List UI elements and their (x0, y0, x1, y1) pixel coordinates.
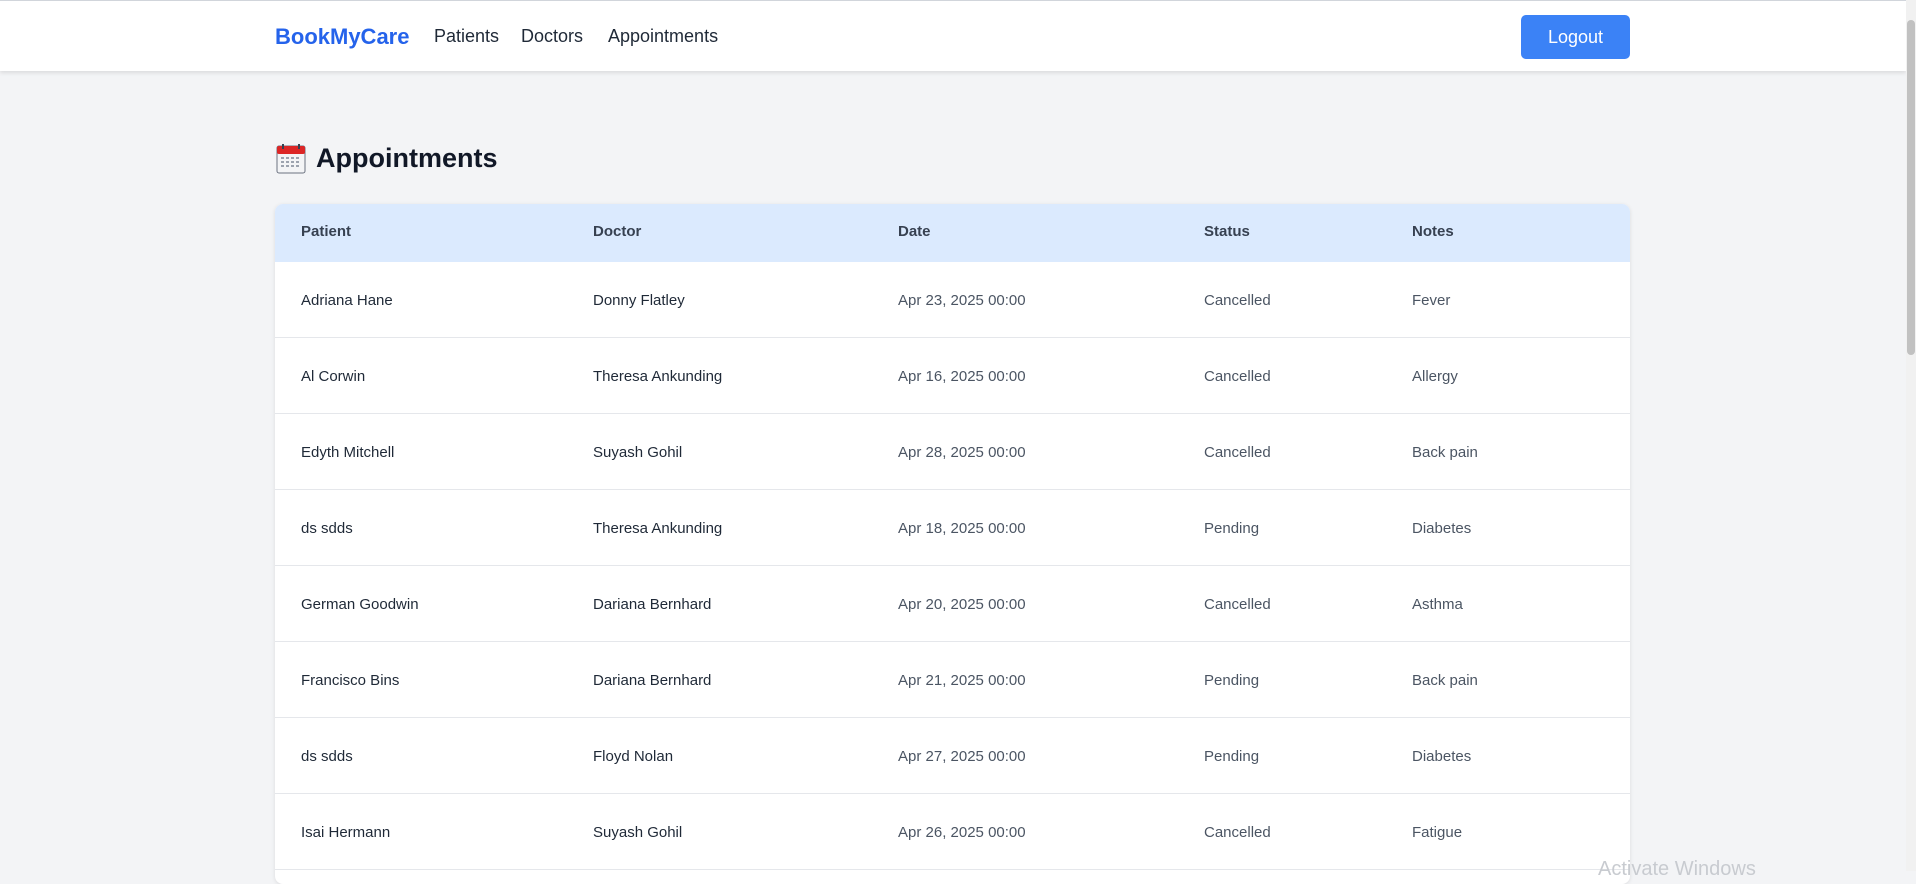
cell-notes: Back pain (1412, 672, 1478, 689)
cell-date: Apr 27, 2025 00:00 (898, 748, 1026, 765)
table-row: ds sdds Theresa Ankunding Apr 18, 2025 0… (275, 490, 1630, 566)
column-header-doctor: Doctor (593, 223, 642, 240)
cell-status: Pending (1204, 672, 1260, 689)
brand-logo[interactable]: BookMyCare (275, 24, 409, 50)
cell-date: Apr 28, 2025 00:00 (898, 444, 1026, 461)
cell-doctor: Suyash Gohil (593, 824, 683, 841)
cell-status: Cancelled (1204, 444, 1271, 461)
cell-date: Apr 18, 2025 00:00 (898, 520, 1026, 537)
page-title: Appointments (276, 143, 498, 174)
cell-notes: Fever (1412, 292, 1451, 309)
page-scrollbar[interactable] (1906, 0, 1916, 871)
cell-notes: Asthma (1412, 596, 1463, 613)
nav-appointments[interactable]: Appointments (608, 26, 718, 47)
top-navbar: BookMyCare Patients Doctors Appointments… (0, 0, 1906, 71)
cell-doctor: Dariana Bernhard (593, 596, 712, 613)
logout-button[interactable]: Logout (1521, 15, 1630, 59)
table-row: Edyth Mitchell Suyash Gohil Apr 28, 2025… (275, 414, 1630, 490)
table-row: Francisco Bins Dariana Bernhard Apr 21, … (275, 642, 1630, 718)
cell-status: Cancelled (1204, 368, 1271, 385)
cell-doctor: Floyd Nolan (593, 748, 674, 765)
cell-date: Apr 20, 2025 00:00 (898, 596, 1026, 613)
cell-patient: Al Corwin (301, 368, 366, 385)
cell-date: Apr 26, 2025 00:00 (898, 824, 1026, 841)
cell-date: Apr 16, 2025 00:00 (898, 368, 1026, 385)
column-header-patient: Patient (301, 223, 352, 240)
cell-status: Cancelled (1204, 596, 1271, 613)
column-header-notes: Notes (1412, 223, 1454, 240)
cell-doctor: Theresa Ankunding (593, 368, 723, 385)
cell-status: Cancelled (1204, 292, 1271, 309)
cell-doctor: Theresa Ankunding (593, 520, 723, 537)
cell-status: Pending (1204, 520, 1260, 537)
calendar-icon (276, 143, 306, 174)
cell-notes: Diabetes (1412, 748, 1472, 765)
column-header-status: Status (1204, 223, 1250, 240)
cell-patient: Isai Hermann (301, 824, 391, 841)
cell-patient: ds sdds (301, 520, 353, 537)
cell-notes: Allergy (1412, 368, 1458, 385)
cell-patient: Adriana Hane (301, 292, 393, 309)
cell-date: Apr 23, 2025 00:00 (898, 292, 1026, 309)
table-row: Al Corwin Theresa Ankunding Apr 16, 2025… (275, 338, 1630, 414)
cell-doctor: Dariana Bernhard (593, 672, 712, 689)
table-header: Patient Doctor Date Status Notes (275, 204, 1630, 262)
nav-doctors[interactable]: Doctors (521, 26, 583, 47)
cell-notes: Fatigue (1412, 824, 1463, 841)
cell-status: Pending (1204, 748, 1260, 765)
cell-status: Cancelled (1204, 824, 1271, 841)
column-header-date: Date (898, 223, 931, 240)
cell-patient: Edyth Mitchell (301, 444, 395, 461)
cell-doctor: Donny Flatley (593, 292, 685, 309)
appointments-table: Patient Doctor Date Status Notes Adriana… (275, 204, 1630, 884)
page-title-text: Appointments (316, 143, 498, 173)
cell-patient: German Goodwin (301, 596, 419, 613)
activation-watermark: Activate Windows (1598, 858, 1756, 880)
cell-notes: Diabetes (1412, 520, 1472, 537)
table-row: Isai Hermann Suyash Gohil Apr 26, 2025 0… (275, 794, 1630, 870)
cell-notes: Back pain (1412, 444, 1478, 461)
cell-date: Apr 21, 2025 00:00 (898, 672, 1026, 689)
table-row: ds sdds Floyd Nolan Apr 27, 2025 00:00 P… (275, 718, 1630, 794)
nav-patients[interactable]: Patients (434, 26, 499, 47)
scrollbar-thumb[interactable] (1907, 20, 1915, 355)
cell-patient: ds sdds (301, 748, 353, 765)
table-row: Adriana Hane Donny Flatley Apr 23, 2025 … (275, 262, 1630, 338)
cell-doctor: Suyash Gohil (593, 444, 683, 461)
cell-patient: Francisco Bins (301, 672, 400, 689)
table-row: German Goodwin Dariana Bernhard Apr 20, … (275, 566, 1630, 642)
